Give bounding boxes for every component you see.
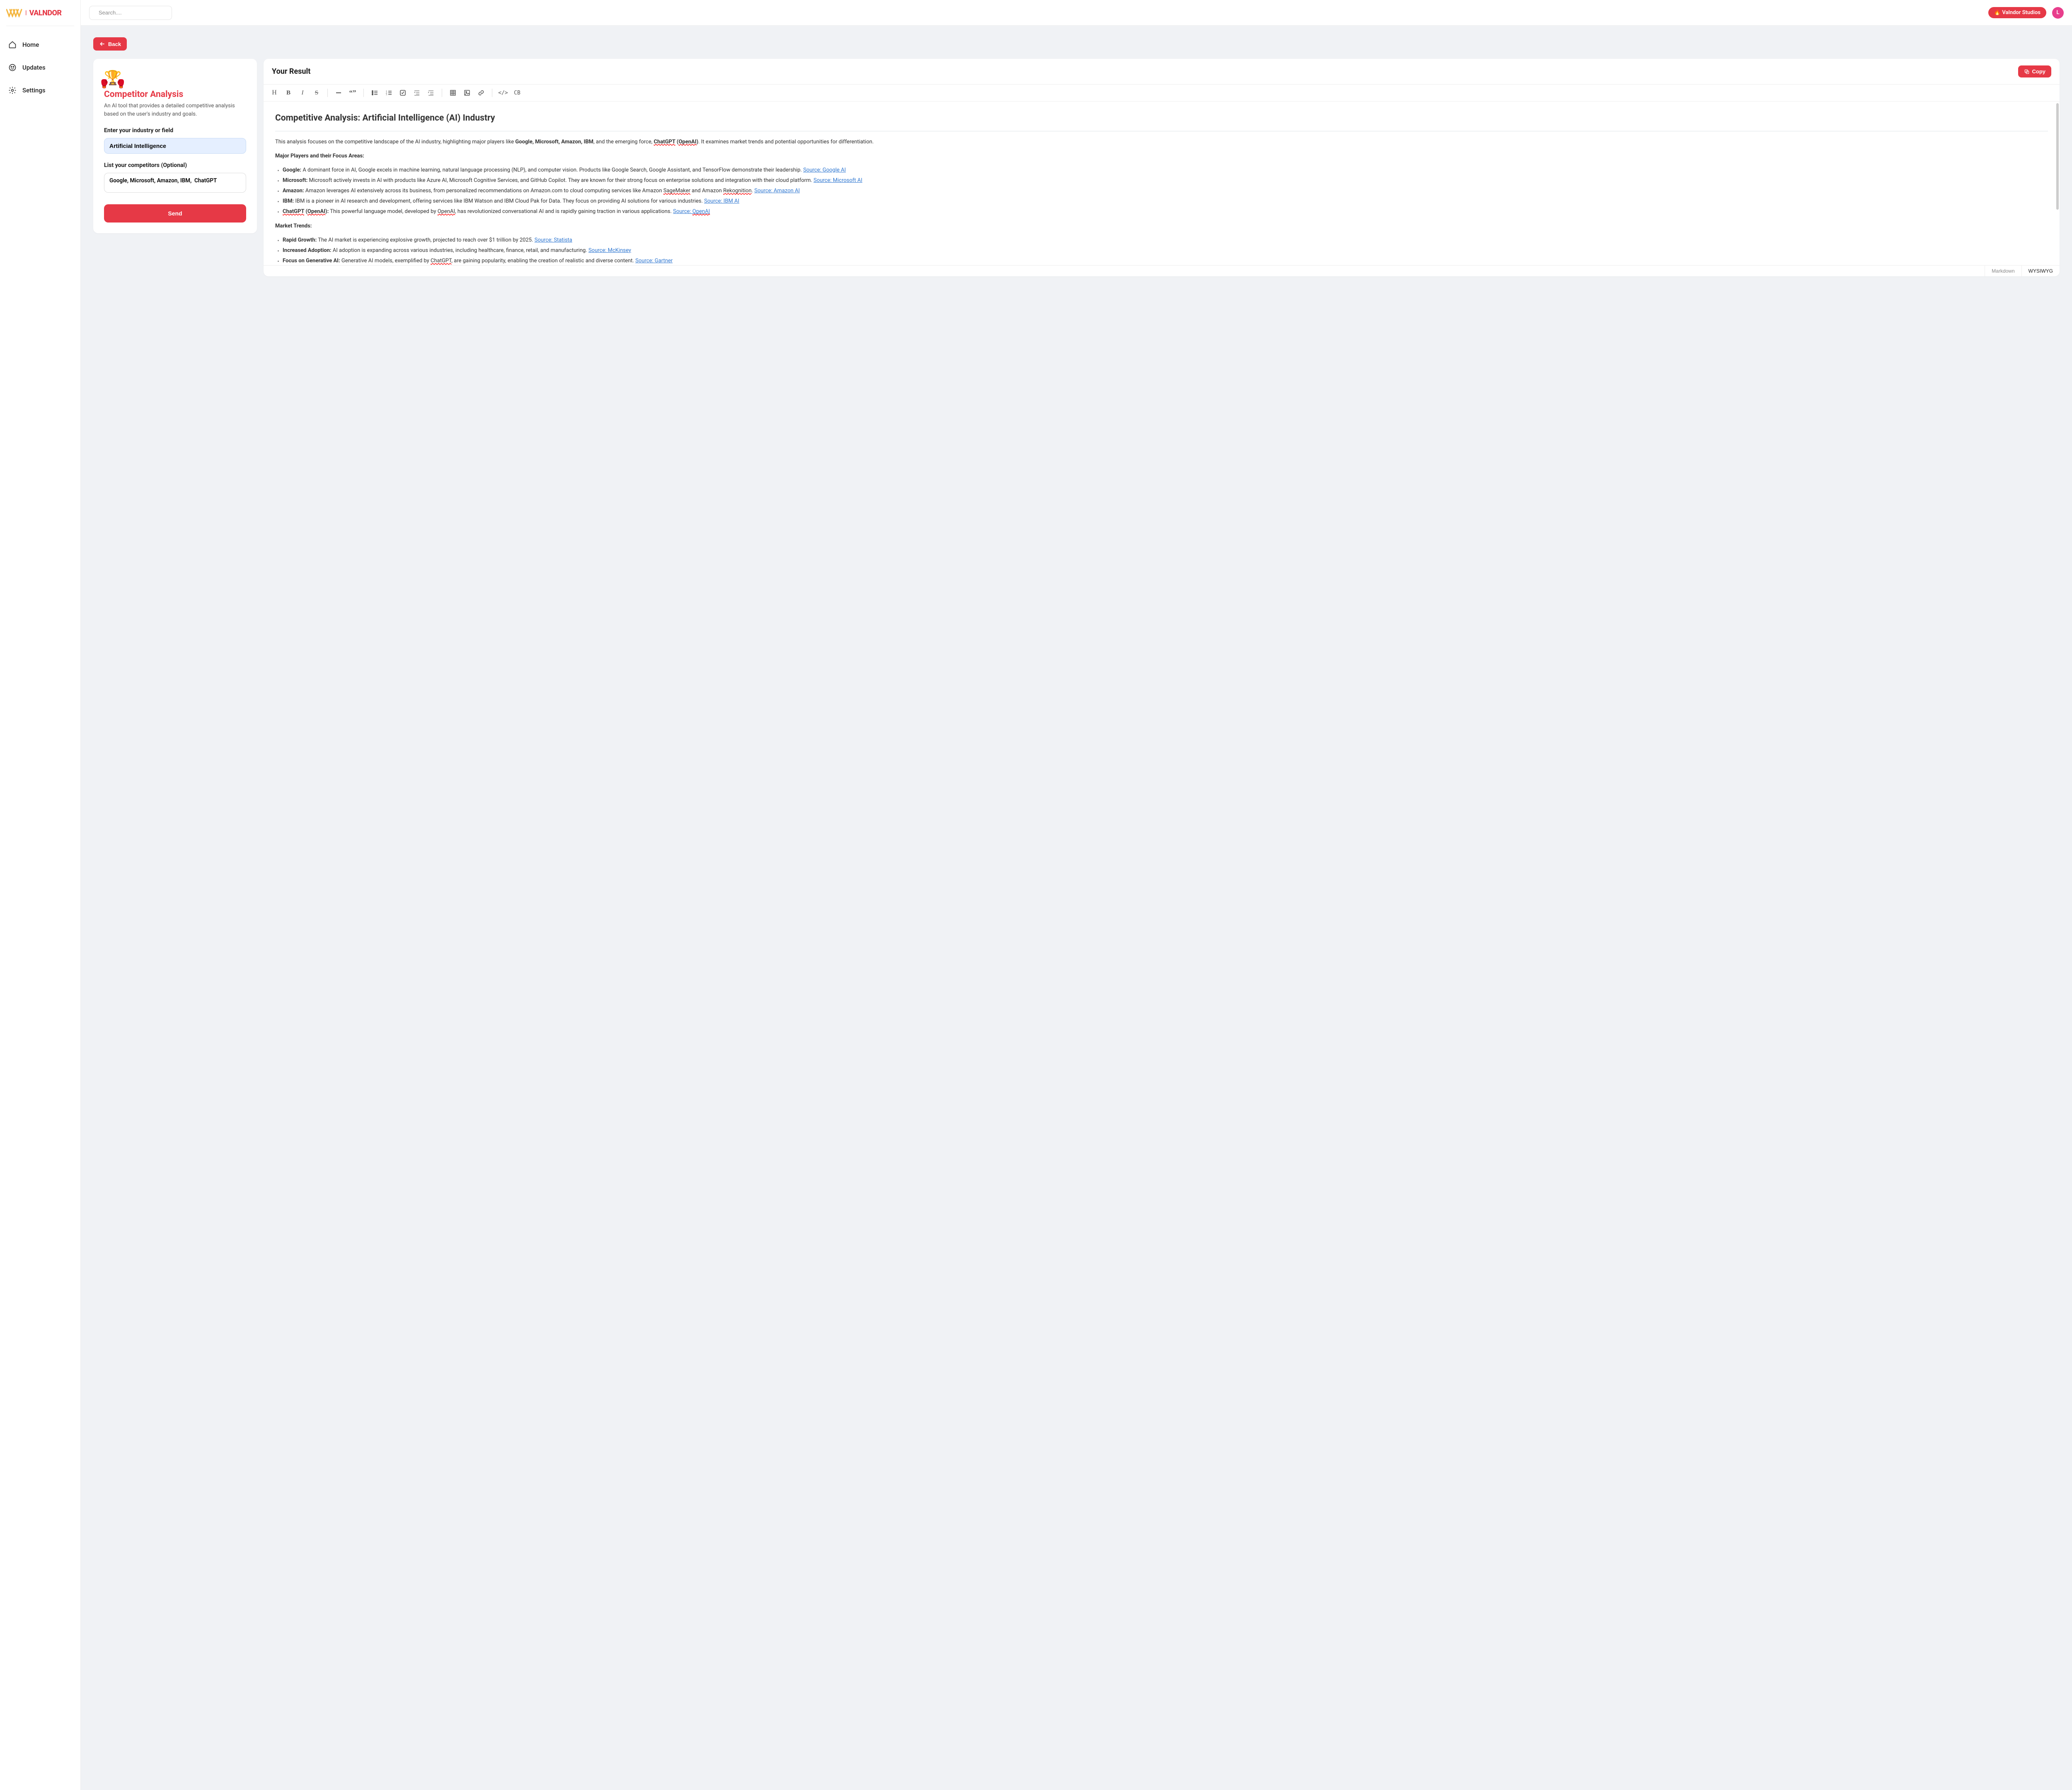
result-panel: Your Result Copy H B I S “” (264, 59, 2060, 276)
result-title: Your Result (272, 67, 310, 76)
list-item: Google: A dominant force in AI, Google e… (283, 166, 2048, 174)
doc-heading: Competitive Analysis: Artificial Intelli… (275, 111, 2048, 131)
arrow-left-icon (99, 41, 106, 47)
field2-label: List your competitors (Optional) (104, 162, 246, 169)
tool-icon: 🏆 🥊 🥊 (104, 70, 246, 86)
source-link[interactable]: Source: IBM AI (704, 198, 739, 204)
italic-button[interactable]: I (296, 86, 309, 99)
source-link[interactable]: Source: OpenAI (673, 208, 710, 215)
heading-button[interactable]: H (268, 86, 281, 99)
back-button[interactable]: Back (93, 37, 127, 51)
table-button[interactable] (446, 86, 460, 99)
indent-button[interactable] (424, 86, 438, 99)
markdown-mode-button[interactable]: Markdown (1985, 266, 2021, 276)
back-label: Back (108, 41, 121, 47)
send-label: Send (168, 210, 182, 217)
logo-mark-icon (6, 8, 23, 17)
sidebar-item-label: Updates (22, 64, 46, 71)
code-button[interactable]: </> (496, 86, 510, 99)
editor-toolbar: H B I S “” 123 (264, 84, 2060, 102)
source-link[interactable]: Source: Statista (535, 237, 572, 243)
scrollbar-thumb[interactable] (2056, 103, 2059, 210)
list-item: Increased Adoption: AI adoption is expan… (283, 247, 2048, 255)
updates-icon (8, 63, 17, 72)
checklist-button[interactable] (396, 86, 409, 99)
source-link[interactable]: Source: Microsoft AI (813, 177, 862, 184)
industry-input[interactable] (104, 138, 246, 154)
list-item: Rapid Growth: The AI market is experienc… (283, 236, 2048, 244)
list-item: ChatGPT (OpenAI): This powerful language… (283, 208, 2048, 216)
form-panel: 🏆 🥊 🥊 Competitor Analysis An AI tool tha… (93, 59, 257, 233)
list-item: Microsoft: Microsoft actively invests in… (283, 177, 2048, 185)
avatar-initial: L (2056, 10, 2059, 16)
send-button[interactable]: Send (104, 204, 246, 223)
quote-button[interactable]: “” (346, 86, 359, 99)
sidebar-item-settings[interactable]: Settings (6, 82, 74, 99)
editor-footer: Markdown WYSIWYG (264, 265, 2060, 276)
strike-button[interactable]: S (310, 86, 323, 99)
outdent-button[interactable] (410, 86, 424, 99)
list-item: Focus on Generative AI: Generative AI mo… (283, 257, 2048, 265)
topbar: 🔥 Valndor Studios L (81, 0, 2072, 26)
list-item: Amazon: Amazon leverages AI extensively … (283, 187, 2048, 195)
ol-button[interactable]: 123 (382, 86, 395, 99)
editor-content[interactable]: Competitive Analysis: Artificial Intelli… (264, 102, 2060, 265)
section1-title: Major Players and their Focus Areas: (275, 152, 2048, 160)
doc-intro: This analysis focuses on the competitive… (275, 138, 2048, 146)
codeblock-button[interactable]: CB (511, 86, 524, 99)
players-list: Google: A dominant force in AI, Google e… (275, 166, 2048, 216)
bullet-list-icon (371, 90, 378, 96)
bold-button[interactable]: B (282, 86, 295, 99)
home-icon (8, 41, 17, 49)
scrollbar[interactable] (2056, 103, 2059, 255)
toolbar-separator (327, 89, 328, 97)
copy-button[interactable]: Copy (2018, 65, 2052, 77)
ul-button[interactable] (368, 86, 381, 99)
image-button[interactable] (460, 86, 474, 99)
sidebar: | VALNDOR Home Updates Settings (0, 0, 81, 1790)
search-input[interactable] (99, 10, 172, 16)
indent-icon (428, 90, 434, 96)
competitors-input[interactable] (104, 173, 246, 193)
trends-list: Rapid Growth: The AI market is experienc… (275, 236, 2048, 265)
source-link[interactable]: Source: Amazon AI (754, 188, 800, 194)
sidebar-item-updates[interactable]: Updates (6, 59, 74, 76)
section2-title: Market Trends: (275, 222, 2048, 230)
svg-text:3: 3 (386, 94, 387, 96)
studio-badge[interactable]: 🔥 Valndor Studios (1988, 7, 2046, 18)
content-area: Back 🏆 🥊 🥊 Competitor Analysis An AI too… (81, 26, 2072, 1790)
outdent-icon (414, 90, 420, 96)
toolbar-separator (363, 89, 364, 97)
avatar[interactable]: L (2052, 7, 2064, 19)
logo[interactable]: | VALNDOR (6, 8, 74, 26)
gear-icon (8, 86, 17, 94)
logo-text: VALNDOR (29, 9, 62, 17)
sidebar-item-label: Home (22, 41, 39, 48)
image-icon (464, 90, 470, 96)
checklist-icon (399, 90, 406, 96)
link-icon (478, 90, 484, 96)
source-link[interactable]: Source: Google AI (803, 167, 846, 173)
field1-label: Enter your industry or field (104, 127, 246, 134)
logo-divider: | (25, 10, 27, 16)
copy-icon (2024, 69, 2030, 75)
sidebar-item-home[interactable]: Home (6, 36, 74, 53)
copy-label: Copy (2032, 68, 2046, 75)
tool-title: Competitor Analysis (104, 90, 246, 99)
hr-button[interactable] (332, 86, 345, 99)
search-box[interactable] (89, 6, 172, 20)
table-icon (450, 90, 456, 96)
wysiwyg-mode-button[interactable]: WYSIWYG (2021, 266, 2060, 276)
source-link[interactable]: Source: Gartner (635, 258, 673, 264)
studio-badge-text: 🔥 Valndor Studios (1994, 10, 2041, 16)
link-button[interactable] (474, 86, 488, 99)
list-item: IBM: IBM is a pioneer in AI research and… (283, 197, 2048, 206)
hr-icon (335, 90, 342, 96)
number-list-icon: 123 (385, 90, 392, 96)
tool-description: An AI tool that provides a detailed comp… (104, 102, 246, 118)
source-link[interactable]: Source: McKinsey (588, 247, 631, 254)
sidebar-item-label: Settings (22, 87, 46, 94)
